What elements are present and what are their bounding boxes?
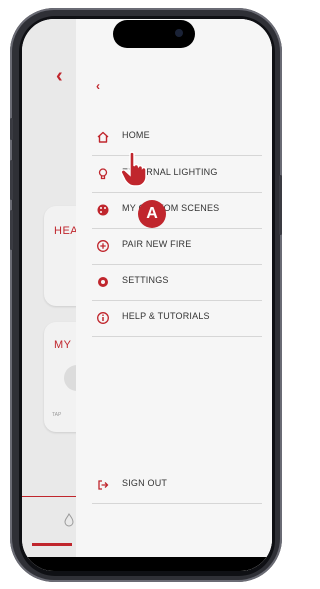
menu-item-label: PAIR NEW FIRE [122, 239, 192, 249]
home-indicator-area [22, 557, 272, 571]
phone-side-button [10, 118, 13, 140]
menu-item-label: HELP & TUTORIALS [122, 311, 210, 321]
background-tap-hint: TAP [52, 412, 62, 418]
gear-icon [98, 277, 108, 287]
background-heading-heat: HEA [54, 225, 79, 237]
menu-item-label: SETTINGS [122, 275, 169, 285]
plus-circle-icon [97, 240, 109, 252]
menu-item-settings[interactable]: SETTINGS [92, 265, 262, 301]
lightbulb-icon [98, 168, 108, 180]
phone-volume-up [10, 160, 13, 200]
menu-item-help-tutorials[interactable]: HELP & TUTORIALS [92, 301, 262, 337]
menu-divider [92, 155, 262, 156]
palette-icon [97, 204, 109, 216]
info-circle-icon [97, 312, 109, 324]
menu-item-external-lighting[interactable]: EXTERNAL LIGHTING [92, 157, 262, 193]
phone-power-button [279, 175, 282, 235]
background-tab-divider [22, 496, 82, 497]
home-icon [97, 131, 109, 143]
flame-icon[interactable] [64, 513, 74, 527]
phone-volume-down [10, 210, 13, 250]
annotation-badge: A [138, 200, 166, 228]
hand-pointer-icon [120, 151, 147, 187]
chevron-left-icon[interactable]: ‹ [96, 79, 100, 93]
background-active-tab-indicator [32, 543, 72, 546]
side-menu: ‹ HOME EXTERNAL LIGHTING MY CUSTOM SCENE… [76, 19, 272, 571]
menu-divider [92, 503, 262, 504]
phone-screen: ‹ HEA MY TAP ‹ HOME EXTERNAL LIGHTING MY… [22, 19, 272, 571]
sign-out-icon [98, 480, 109, 490]
menu-item-pair-new-fire[interactable]: PAIR NEW FIRE [92, 229, 262, 265]
background-heading-my: MY [54, 339, 72, 351]
dynamic-island [113, 20, 195, 48]
menu-item-sign-out[interactable]: SIGN OUT [92, 468, 262, 504]
menu-item-label: MY CUSTOM SCENES [122, 203, 220, 213]
menu-item-label: HOME [122, 130, 150, 140]
menu-item-label: SIGN OUT [122, 478, 168, 488]
menu-item-home[interactable]: HOME [92, 120, 262, 156]
menu-divider [92, 336, 262, 337]
background-back-button[interactable]: ‹ [56, 65, 63, 88]
camera-icon [175, 29, 183, 37]
menu-item-my-custom-scenes[interactable]: MY CUSTOM SCENES [92, 193, 262, 229]
